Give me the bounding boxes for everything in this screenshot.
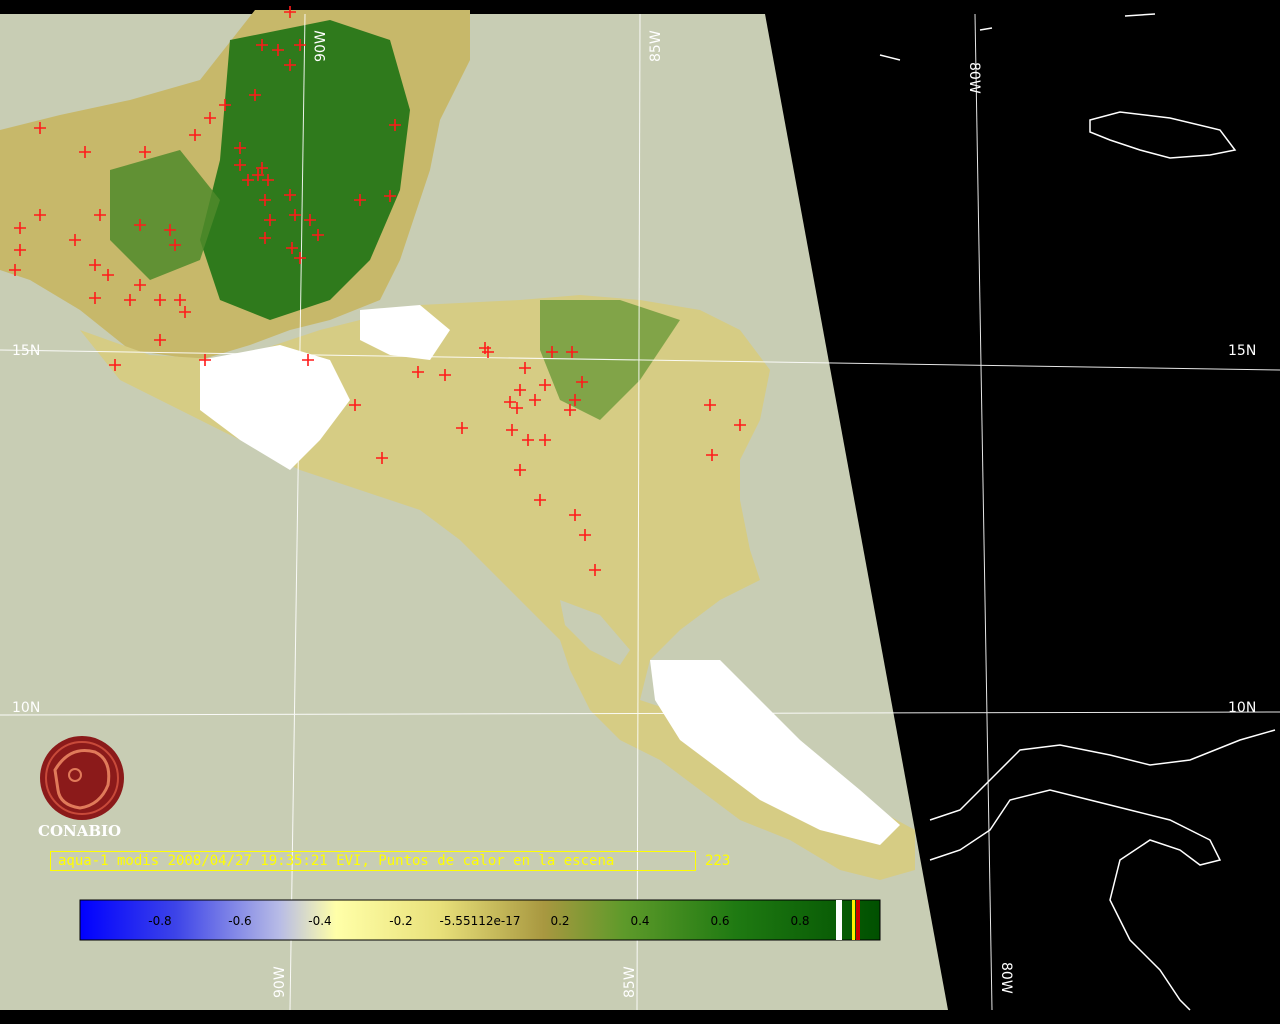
colorbar-tick-label: -5.55112e-17	[440, 914, 521, 928]
lon-label-85w-bottom: 85W	[622, 966, 638, 998]
lon-label-80w-bottom: 80W	[998, 962, 1014, 994]
colorbar-white-tick	[836, 900, 842, 940]
colorbar-tick-label: -0.2	[389, 914, 412, 928]
colorbar-tick-label: 0.2	[550, 914, 569, 928]
colorbar-tick-label: 0.4	[630, 914, 649, 928]
lon-label-90w-top: 90W	[313, 30, 329, 62]
lat-label-15n-left: 15N	[12, 343, 40, 359]
conabio-name: CONABIO	[38, 822, 122, 840]
colorbar-tick-label: -0.4	[308, 914, 331, 928]
colorbar-tick-label: -0.6	[228, 914, 251, 928]
lat-label-10n-right: 10N	[1228, 700, 1256, 716]
lat-label-15n-right: 15N	[1228, 343, 1256, 359]
colorbar-tick-label: 0.6	[710, 914, 729, 928]
caption: aqua-1 modis 2008/04/27 19:35:21 EVI, Pu…	[50, 851, 730, 871]
colorbar-red-tick	[856, 900, 860, 940]
lon-label-90w-bottom: 90W	[272, 966, 288, 998]
fire-count: 223	[705, 853, 731, 869]
colorbar-tick-label: -0.8	[148, 914, 171, 928]
conabio-logo	[40, 736, 124, 820]
lat-label-10n-left: 10N	[12, 700, 40, 716]
lon-label-80w-top: 80W	[966, 62, 982, 94]
colorbar-ticks: -0.8 -0.6 -0.4 -0.2 -5.55112e-17 0.2 0.4 0.6 0.8	[148, 914, 809, 928]
lon-label-85w-top: 85W	[648, 30, 664, 62]
caption-text: aqua-1 modis 2008/04/27 19:35:21 EVI, Pu…	[58, 853, 615, 869]
colorbar-tick-label: 0.8	[790, 914, 809, 928]
colorbar-yellow-tick	[852, 900, 855, 940]
